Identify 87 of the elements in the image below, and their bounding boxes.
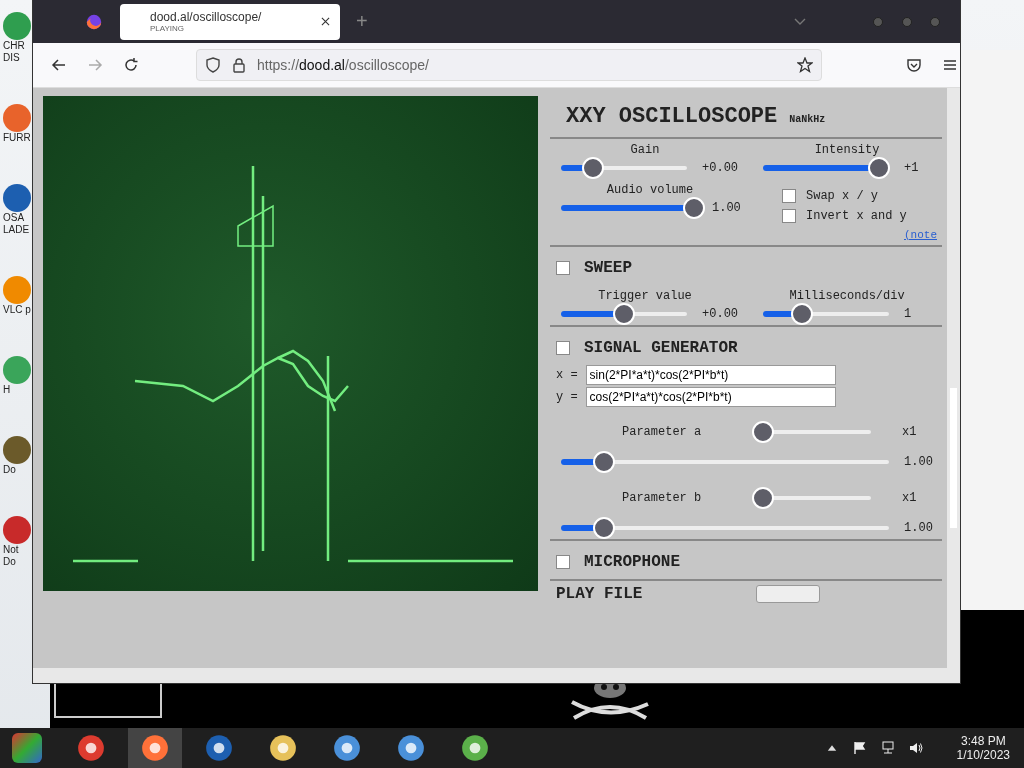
taskbar-app-icon[interactable] bbox=[460, 733, 490, 763]
app-icon[interactable] bbox=[3, 184, 31, 212]
url-text: https://dood.al/oscilloscope/ bbox=[257, 57, 429, 73]
slider-value: +1 bbox=[904, 161, 920, 175]
slider-value: 1 bbox=[904, 307, 913, 321]
menu-icon[interactable] bbox=[942, 57, 958, 73]
formula-field[interactable]: sin(2*PI*a*t)*cos(2*PI*b*t) bbox=[585, 365, 836, 385]
icon-label: Not Do bbox=[3, 544, 20, 568]
slider-thumb[interactable] bbox=[868, 157, 890, 179]
slider-thumb[interactable] bbox=[592, 517, 615, 539]
section-title: MICROPHONE bbox=[584, 553, 680, 571]
app-icon[interactable] bbox=[3, 356, 31, 384]
slider-value: 1.00 bbox=[904, 521, 934, 535]
slider-thumb[interactable] bbox=[592, 451, 615, 473]
start-button[interactable] bbox=[12, 733, 42, 763]
slider-value: +0.00 bbox=[702, 307, 740, 321]
slider-thumb[interactable] bbox=[683, 197, 706, 219]
checkbox[interactable] bbox=[556, 261, 570, 275]
slider-thumb[interactable] bbox=[752, 421, 774, 443]
vertical-scrollbar[interactable] bbox=[947, 88, 960, 668]
app-icon[interactable] bbox=[3, 104, 31, 132]
taskbar-app-icon[interactable] bbox=[332, 733, 362, 763]
tab-status: PLAYING bbox=[150, 24, 186, 33]
frequency-readout: NaNkHz bbox=[789, 114, 826, 125]
horizontal-scrollbar[interactable] bbox=[33, 668, 960, 683]
reload-icon[interactable] bbox=[123, 57, 139, 73]
icon-label: OSA LADE bbox=[3, 212, 31, 236]
taskbar-app-icon[interactable] bbox=[268, 733, 298, 763]
slider-value: 1.00 bbox=[712, 201, 742, 215]
clock-time: 3:48 PM bbox=[960, 734, 1006, 748]
slider-value: x1 bbox=[902, 425, 918, 439]
app-icon[interactable] bbox=[3, 516, 31, 544]
slider-value: 1.00 bbox=[904, 455, 934, 469]
address-bar[interactable]: https://dood.al/oscilloscope/ bbox=[196, 49, 822, 81]
close-icon[interactable] bbox=[321, 17, 330, 26]
volume-icon[interactable] bbox=[908, 741, 923, 755]
checkbox[interactable] bbox=[782, 189, 796, 203]
app-icon[interactable] bbox=[3, 436, 31, 464]
section-title: PLAY FILE bbox=[556, 585, 643, 603]
slider-label: Audio volume bbox=[606, 183, 694, 197]
note-link[interactable]: (note bbox=[904, 229, 937, 241]
icon-label: H bbox=[3, 384, 12, 396]
slider-label: Milliseconds/div bbox=[789, 289, 905, 303]
back-icon[interactable] bbox=[51, 57, 67, 73]
star-icon[interactable] bbox=[797, 57, 813, 73]
slider-thumb[interactable] bbox=[752, 487, 774, 509]
browser-tab[interactable]: dood.al/oscilloscope/ PLAYING bbox=[120, 3, 340, 40]
taskbar-app-icon[interactable] bbox=[204, 733, 234, 763]
slider-thumb[interactable] bbox=[613, 303, 635, 325]
formula-field[interactable]: cos(2*PI*a*t)*cos(2*PI*b*t) bbox=[585, 387, 836, 407]
slider-label: Parameter a bbox=[622, 425, 703, 439]
pocket-icon[interactable] bbox=[906, 57, 922, 73]
taskbar-app-icon[interactable] bbox=[128, 728, 182, 768]
checkbox-label: Invert x and y bbox=[806, 209, 907, 223]
slider-label: Parameter b bbox=[622, 491, 703, 505]
shield-icon[interactable] bbox=[205, 57, 221, 73]
checkbox[interactable] bbox=[556, 341, 570, 355]
checkbox[interactable] bbox=[782, 209, 796, 223]
formula-label: y = bbox=[556, 390, 578, 404]
network-icon[interactable] bbox=[880, 741, 895, 755]
checkbox[interactable] bbox=[556, 555, 570, 569]
chevron-down-icon[interactable] bbox=[794, 17, 806, 26]
slider-thumb[interactable] bbox=[791, 303, 814, 325]
tab-title: dood.al/oscilloscope/ bbox=[150, 10, 263, 24]
lock-icon[interactable] bbox=[231, 57, 247, 73]
app-icon[interactable] bbox=[3, 12, 31, 40]
slider-value: x1 bbox=[902, 491, 918, 505]
app-title: XXY OSCILLOSCOPE bbox=[566, 104, 778, 129]
slider-label: Intensity bbox=[814, 143, 880, 157]
slider-value: +0.00 bbox=[702, 161, 740, 175]
icon-label: FURR bbox=[3, 132, 32, 144]
clock-date: 1/10/2023 bbox=[956, 748, 1010, 762]
slider-label: Gain bbox=[630, 143, 660, 157]
browser-logo-icon bbox=[85, 12, 103, 31]
formula-label: x = bbox=[556, 368, 578, 382]
section-title: SWEEP bbox=[584, 259, 632, 277]
taskbar-app-icon[interactable] bbox=[76, 733, 106, 763]
icon-label: VLC p bbox=[3, 304, 32, 316]
section-title: SIGNAL GENERATOR bbox=[584, 339, 738, 357]
flag-icon[interactable] bbox=[852, 741, 867, 755]
icon-label: CHR DIS bbox=[3, 40, 26, 64]
checkbox-label: Swap x / y bbox=[806, 189, 878, 203]
slider-thumb[interactable] bbox=[581, 157, 604, 179]
taskbar-app-icon[interactable] bbox=[396, 733, 426, 763]
new-tab-button[interactable]: + bbox=[356, 10, 368, 33]
icon-label: Do bbox=[3, 464, 17, 476]
slider-label: Trigger value bbox=[598, 289, 692, 303]
